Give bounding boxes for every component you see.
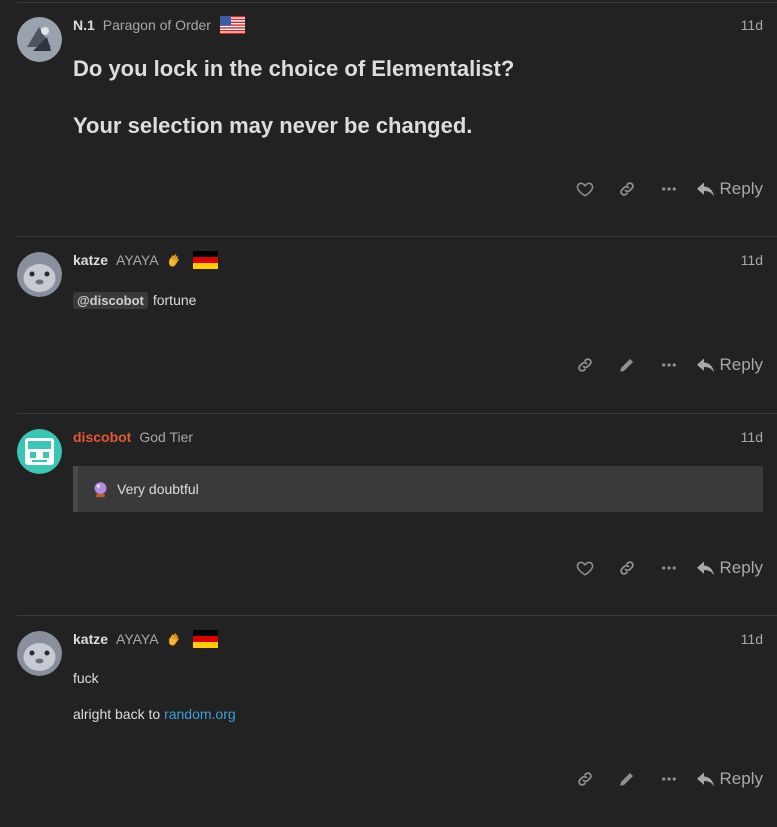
reply-button[interactable]: Reply (696, 355, 763, 375)
post-text-line: alright back to random.org (73, 706, 236, 722)
username[interactable]: katze (73, 252, 108, 268)
germany-flag-icon (192, 251, 218, 269)
more-button[interactable] (648, 350, 690, 380)
user-title: God Tier (139, 429, 194, 445)
username[interactable]: N.1 (73, 17, 95, 33)
post-meta: N.1 Paragon of Order (73, 15, 245, 35)
user-title: AYAYA (116, 631, 159, 647)
copy-link-button[interactable] (606, 174, 648, 204)
more-button[interactable] (648, 764, 690, 794)
mention-link[interactable]: @discobot (73, 292, 148, 309)
post-date[interactable]: 11d (741, 429, 763, 445)
reply-label: Reply (719, 769, 763, 788)
post-date[interactable]: 11d (741, 631, 763, 647)
username[interactable]: katze (73, 631, 108, 647)
germany-flag-icon (192, 630, 218, 648)
waving-hand-icon (165, 252, 182, 269)
post-meta: discobot God Tier (73, 427, 199, 447)
reply-label: Reply (719, 558, 763, 577)
post-date[interactable]: 11d (741, 252, 763, 268)
post-text: fortune (152, 292, 197, 308)
post-4: katze AYAYA 11d fuck alright back to ran… (0, 616, 777, 827)
external-link[interactable]: random.org (164, 706, 236, 722)
edit-button[interactable] (606, 764, 648, 794)
post-date[interactable]: 11d (741, 17, 763, 33)
post-3: discobot God Tier 11d Very doubtful Repl… (0, 414, 777, 616)
heart-icon (576, 561, 593, 576)
post-2: katze AYAYA 11d @discobot fortune Reply (0, 237, 777, 414)
reply-icon (696, 772, 714, 786)
crystal-ball-icon (92, 481, 109, 498)
copy-link-button[interactable] (564, 350, 606, 380)
avatar[interactable] (17, 17, 62, 62)
avatar[interactable] (17, 631, 62, 676)
post-text-line: Do you lock in the choice of Elementalis… (73, 56, 515, 81)
reply-icon (696, 561, 714, 575)
waving-hand-icon (165, 631, 182, 648)
quote-text: Very doubtful (117, 481, 199, 497)
avatar[interactable] (17, 429, 62, 474)
post-meta: katze AYAYA (73, 250, 218, 270)
more-button[interactable] (648, 553, 690, 583)
pencil-icon (619, 359, 633, 372)
post-body: @discobot fortune (73, 292, 197, 309)
post-actions: Reply (564, 764, 763, 794)
like-button[interactable] (564, 174, 606, 204)
heart-icon (576, 182, 593, 197)
ellipsis-icon (661, 363, 676, 367)
us-flag-icon (219, 16, 245, 34)
link-icon (577, 772, 592, 786)
ellipsis-icon (661, 566, 676, 570)
edit-button[interactable] (606, 350, 648, 380)
copy-link-button[interactable] (606, 553, 648, 583)
post-text-line: Your selection may never be changed. (73, 113, 473, 138)
user-title: Paragon of Order (102, 17, 211, 33)
post-actions: Reply (564, 350, 763, 380)
link-icon (619, 182, 634, 196)
ellipsis-icon (661, 777, 676, 781)
copy-link-button[interactable] (564, 764, 606, 794)
reply-label: Reply (719, 355, 763, 374)
blockquote: Very doubtful (73, 466, 763, 512)
post-1: N.1 Paragon of Order 11d Do you lock in … (0, 0, 777, 237)
post-actions: Reply (564, 553, 763, 583)
more-button[interactable] (648, 174, 690, 204)
reply-label: Reply (719, 179, 763, 198)
post-body: fuck alright back to random.org (73, 670, 236, 722)
reply-button[interactable]: Reply (696, 179, 763, 199)
like-button[interactable] (564, 553, 606, 583)
ellipsis-icon (661, 187, 676, 191)
pencil-icon (619, 773, 633, 786)
reply-button[interactable]: Reply (696, 558, 763, 578)
post-text: alright back to (73, 706, 161, 722)
reply-icon (696, 358, 714, 372)
link-icon (577, 358, 592, 372)
link-icon (619, 561, 634, 575)
username[interactable]: discobot (73, 429, 131, 445)
avatar[interactable] (17, 252, 62, 297)
post-text-line: fuck (73, 670, 99, 686)
reply-icon (696, 182, 714, 196)
reply-button[interactable]: Reply (696, 769, 763, 789)
post-body: Do you lock in the choice of Elementalis… (73, 55, 763, 140)
post-actions: Reply (564, 174, 763, 204)
user-title: AYAYA (116, 252, 159, 268)
post-meta: katze AYAYA (73, 629, 218, 649)
